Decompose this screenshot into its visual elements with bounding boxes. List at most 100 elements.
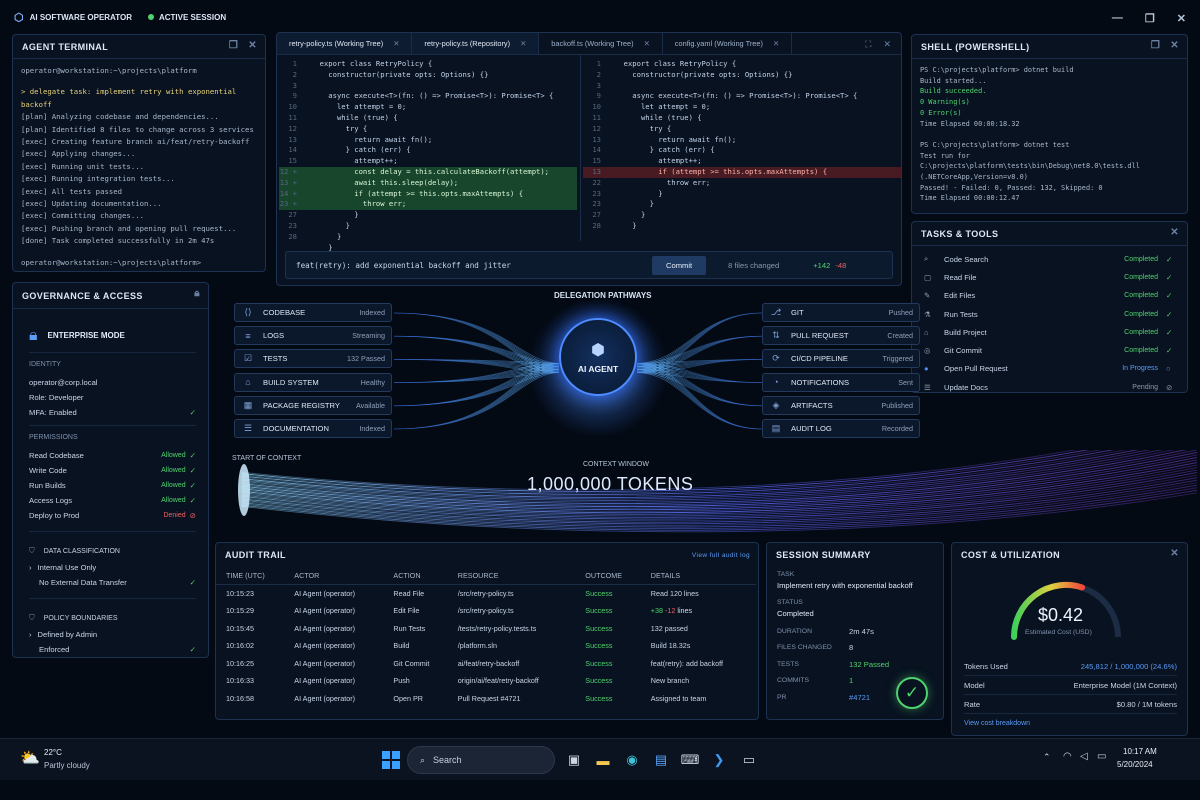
- code-line: 13 return await fn();: [279, 135, 577, 146]
- weather-temperature: 22°C: [44, 748, 62, 757]
- column-header[interactable]: DETAILS: [641, 567, 756, 585]
- terminal-line: [exec] Updating documentation...: [21, 198, 257, 210]
- audit-row[interactable]: 10:15:29 AI Agent (operator) Edit File/src…: [216, 602, 756, 620]
- pathway-node-tests[interactable]: ☑ TESTS 132 Passed: [234, 349, 392, 368]
- task-item[interactable]: ✎ Edit Files Completed ✓: [924, 287, 1175, 305]
- close-icon[interactable]: ✕: [1170, 40, 1179, 51]
- split-view-icon[interactable]: ⛶: [865, 39, 871, 50]
- pathway-node-package-registry[interactable]: ▦ PACKAGE REGISTRY Available: [234, 396, 392, 415]
- pathway-node-ci-cd-pipeline[interactable]: ⟳ CI/CD PIPELINE Triggered: [762, 349, 920, 368]
- close-icon[interactable]: ✕: [393, 39, 399, 48]
- pathway-node-documentation[interactable]: ☰ DOCUMENTATION Indexed: [234, 419, 392, 438]
- code-line: 15 attempt++;: [583, 156, 901, 167]
- audit-row[interactable]: 10:16:25 AI Agent (operator) Git Commit ai/…: [216, 655, 756, 673]
- pathway-node-build-system[interactable]: ⌂ BUILD SYSTEM Healthy: [234, 373, 392, 392]
- task-item[interactable]: ◎ Git Commit Completed ✓: [924, 341, 1175, 359]
- tab-3[interactable]: config.yaml (Working Tree) ✕: [663, 33, 792, 54]
- cost-value: $0.80 / 1M tokens: [1117, 700, 1177, 709]
- file-explorer-icon[interactable]: ▬: [592, 749, 614, 771]
- battery-icon[interactable]: ▭: [1097, 751, 1106, 762]
- close-icon[interactable]: ✕: [1170, 227, 1179, 238]
- column-header[interactable]: RESOURCE: [448, 567, 575, 585]
- shell-output[interactable]: PS C:\projects\platform> dotnet build Bui…: [912, 59, 1187, 214]
- popout-icon[interactable]: ❐: [229, 40, 238, 51]
- code-text: }: [615, 210, 645, 219]
- audit-row[interactable]: 10:15:23 AI Agent (operator) Read File/src…: [216, 585, 756, 603]
- tab-2[interactable]: backoff.ts (Working Tree) ✕: [539, 33, 663, 54]
- node-label: BUILD SYSTEM: [263, 378, 319, 387]
- node-status: Created: [887, 331, 913, 340]
- diff-right-pane[interactable]: 1 export class RetryPolicy {2 constructo…: [583, 59, 901, 232]
- pathway-node-codebase[interactable]: ⟨⟩ CODEBASE Indexed: [234, 303, 392, 322]
- code-text: try {: [615, 124, 671, 133]
- pathway-node-git[interactable]: ⎇ GIT Pushed: [762, 303, 920, 322]
- pathway-node-artifacts[interactable]: ◈ ARTIFACTS Published: [762, 396, 920, 415]
- store-icon[interactable]: ▤: [650, 749, 672, 771]
- tab-0[interactable]: retry-policy.ts (Working Tree) ✕: [277, 33, 412, 54]
- task-item[interactable]: ⚗ Run Tests Completed ✓: [924, 305, 1175, 323]
- code-line: 28 }: [279, 232, 577, 243]
- audit-row[interactable]: 10:16:58 AI Agent (operator) Open PR Pull R…: [216, 690, 756, 708]
- wifi-icon[interactable]: ◠: [1063, 751, 1072, 762]
- start-button[interactable]: [382, 751, 400, 769]
- task-view-icon[interactable]: ▣: [563, 749, 585, 771]
- pathway-node-pull-request[interactable]: ⇅ PULL REQUEST Created: [762, 326, 920, 345]
- shell-line: Build succeeded.: [920, 86, 1179, 97]
- vscode-icon[interactable]: ❯: [708, 749, 730, 771]
- ai-agent-node[interactable]: ⬢ AI AGENT: [559, 318, 637, 396]
- clock-date[interactable]: 5/20/2024: [1117, 760, 1153, 769]
- tab-1[interactable]: retry-policy.ts (Repository) ✕: [412, 33, 539, 54]
- close-icon[interactable]: ✕: [520, 39, 526, 48]
- task-item[interactable]: ▢ Read File Completed ✓: [924, 268, 1175, 286]
- agent-label: AI AGENT: [578, 364, 618, 374]
- maximize-icon[interactable]: ❐: [1145, 12, 1155, 25]
- permissions-heading: PERMISSIONS: [29, 434, 196, 448]
- code-text: if (attempt >= this.opts.maxAttempts) {: [311, 189, 523, 198]
- commit-button[interactable]: Commit: [652, 256, 706, 275]
- audit-row[interactable]: 10:16:33 AI Agent (operator) Push origin/ai…: [216, 672, 756, 690]
- taskbar-search[interactable]: ⌕ Search: [407, 746, 555, 774]
- column-header[interactable]: OUTCOME: [575, 567, 640, 585]
- code-line: 2 constructor(private opts: Options) {}: [583, 70, 901, 81]
- pathway-node-logs[interactable]: ≡ LOGS Streaming: [234, 326, 392, 345]
- line-number: 23 +: [279, 199, 297, 210]
- terminal-app-icon[interactable]: ⌨: [679, 749, 701, 771]
- terminal-line: [exec] Running unit tests...: [21, 161, 257, 173]
- edge-browser-icon[interactable]: ◉: [621, 749, 643, 771]
- column-header[interactable]: ACTION: [383, 567, 447, 585]
- close-icon[interactable]: ✕: [883, 39, 891, 50]
- console-icon[interactable]: ▭: [738, 749, 760, 771]
- close-icon[interactable]: ✕: [644, 39, 650, 48]
- column-header[interactable]: ACTOR: [284, 567, 383, 585]
- audit-cell: Git Commit: [383, 655, 447, 673]
- audit-cell: Build: [383, 637, 447, 655]
- task-item[interactable]: ⌕ Code Search Completed ✓: [924, 250, 1175, 268]
- close-icon[interactable]: ✕: [1177, 12, 1186, 25]
- view-audit-log-link[interactable]: View full audit log: [692, 552, 750, 559]
- task-item[interactable]: ● Open Pull Request In Progress ○: [924, 360, 1175, 378]
- volume-icon[interactable]: ◁: [1080, 751, 1088, 762]
- minimize-icon[interactable]: —: [1112, 12, 1123, 25]
- close-icon[interactable]: ✕: [773, 39, 779, 48]
- diff-left-pane[interactable]: 1 export class RetryPolicy {2 constructo…: [279, 59, 577, 253]
- task-item[interactable]: ☰ Update Docs Pending ⊘: [924, 378, 1175, 393]
- agent-hexagon-icon: ⬢: [591, 340, 605, 360]
- pathway-node-audit-log[interactable]: ▤ AUDIT LOG Recorded: [762, 419, 920, 438]
- view-cost-breakdown-link[interactable]: View cost breakdown: [964, 720, 1030, 727]
- audit-row[interactable]: 10:16:02 AI Agent (operator) Build/platfor…: [216, 637, 756, 655]
- close-icon[interactable]: ✕: [1170, 548, 1179, 559]
- task-item[interactable]: ⌂ Build Project Completed ✓: [924, 323, 1175, 341]
- code-line: 22 throw err;: [583, 178, 901, 189]
- terminal-output[interactable]: operator@workstation:~\projects\platform…: [13, 59, 265, 272]
- code-text: throw err;: [311, 199, 406, 208]
- tray-chevron-icon[interactable]: ⌃: [1043, 752, 1051, 763]
- line-number: 11: [583, 113, 601, 124]
- clock-time[interactable]: 10:17 AM: [1123, 747, 1157, 756]
- pathway-node-notifications[interactable]: ◔ NOTIFICATIONS Sent: [762, 373, 920, 392]
- audit-row[interactable]: 10:15:45 AI Agent (operator) Run Tests/tes…: [216, 620, 756, 638]
- commit-message-input[interactable]: feat(retry): add exponential backoff and…: [286, 261, 652, 270]
- column-header[interactable]: TIME (UTC): [216, 567, 284, 585]
- close-icon[interactable]: ✕: [248, 40, 257, 51]
- check-icon: ✓: [1166, 291, 1175, 300]
- popout-icon[interactable]: ❐: [1151, 40, 1160, 51]
